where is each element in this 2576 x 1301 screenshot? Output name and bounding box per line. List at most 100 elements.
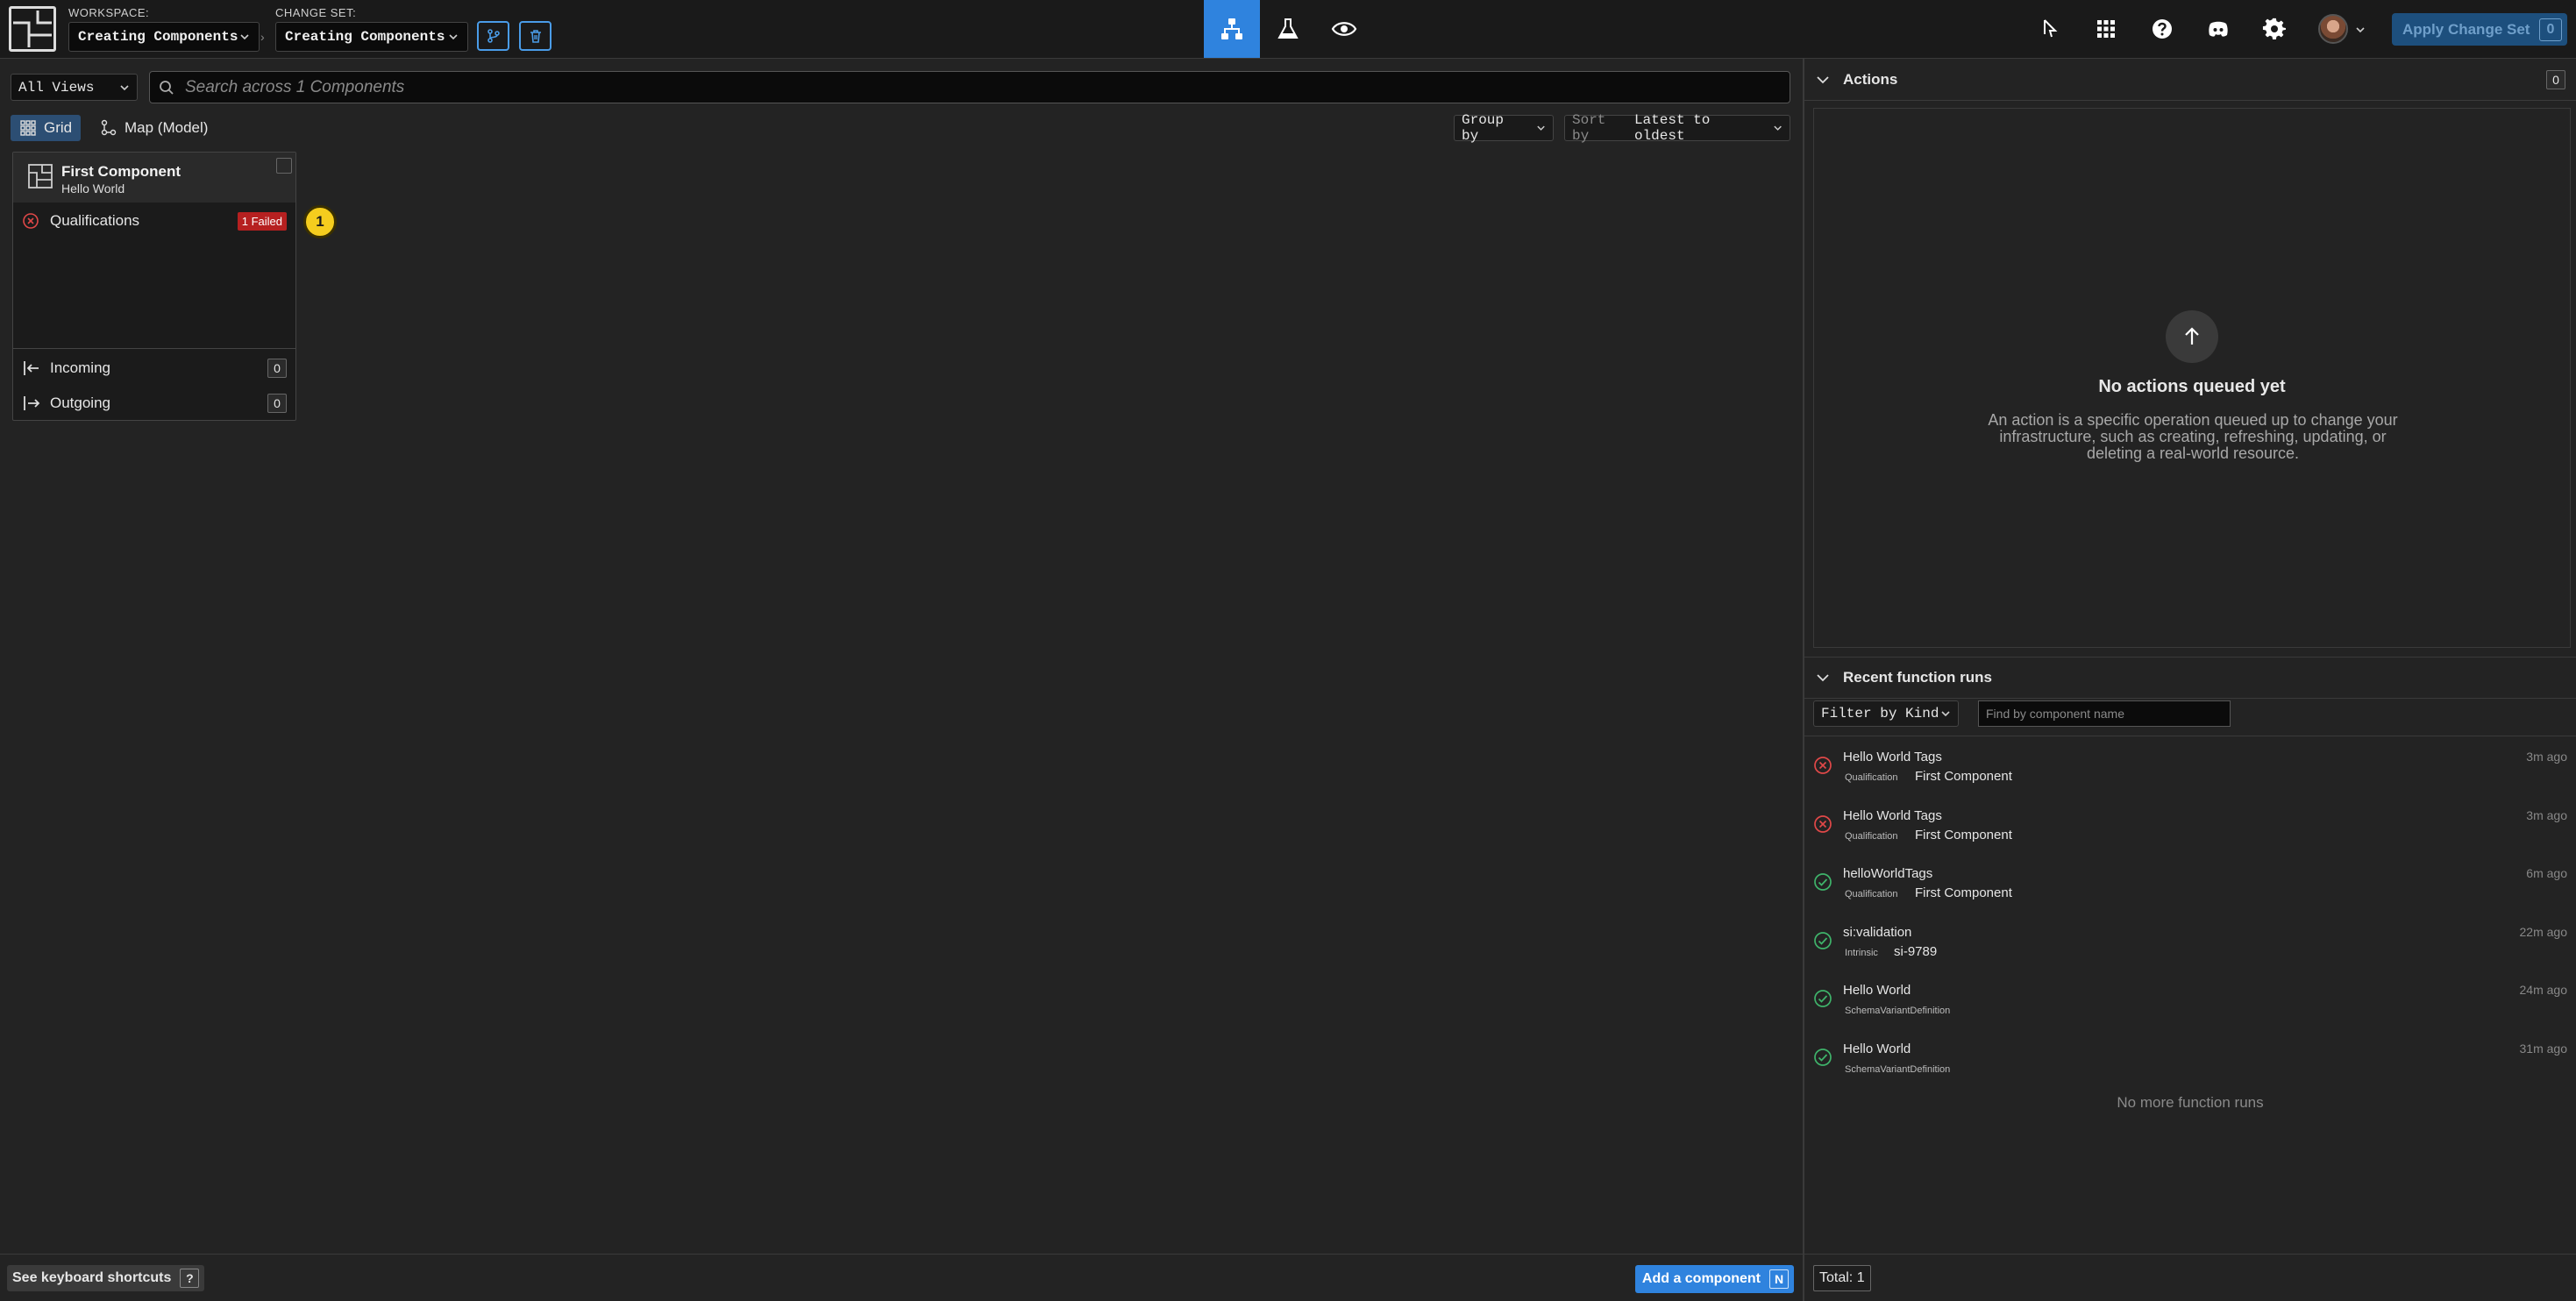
trash-icon — [530, 30, 541, 43]
component-subtitle: Hello World — [61, 181, 125, 196]
qualifications-row[interactable]: Qualifications 1 Failed — [13, 205, 295, 237]
actions-empty-title: No actions queued yet — [2098, 377, 2286, 396]
outgoing-row[interactable]: Outgoing 0 — [13, 386, 295, 421]
check-circle-icon — [1814, 1048, 1832, 1066]
function-run-component: First Component — [1915, 769, 2012, 784]
component-select-checkbox[interactable] — [276, 158, 292, 174]
function-run-time: 22m ago — [2519, 924, 2567, 939]
group-by-select[interactable]: Group by — [1454, 112, 1554, 144]
find-component-input[interactable] — [1986, 707, 2223, 721]
nav-view-button[interactable] — [1316, 0, 1372, 58]
add-component-label: Add a component — [1641, 1271, 1761, 1286]
keyboard-shortcuts-key: ? — [180, 1269, 200, 1288]
function-run-name: Hello World — [1843, 983, 1911, 998]
apps-grid-button[interactable] — [2092, 15, 2120, 43]
help-button[interactable] — [2148, 15, 2176, 43]
create-changeset-button[interactable] — [477, 21, 509, 51]
function-run-kind: Qualification — [1845, 830, 1898, 842]
function-runs-header[interactable]: Recent function runs — [1804, 657, 2576, 699]
help-icon — [2153, 19, 2172, 39]
workspace-label: WORKSPACE: — [68, 6, 150, 19]
function-run-row[interactable]: Hello World Tags Qualification First Compo… — [1804, 801, 2576, 859]
app-logo[interactable] — [9, 6, 56, 52]
nav-model-button[interactable] — [1204, 0, 1260, 58]
function-run-name: si:validation — [1843, 924, 1912, 940]
top-bar: WORKSPACE: Creating Components › CHANGE … — [0, 0, 2576, 59]
changeset-label: CHANGE SET: — [275, 6, 357, 19]
keyboard-shortcuts-button[interactable]: See keyboard shortcuts ? — [7, 1265, 205, 1291]
function-run-name: Hello World — [1843, 1041, 1911, 1056]
divider — [13, 348, 295, 349]
check-circle-icon — [1814, 873, 1832, 891]
function-run-row[interactable]: Hello World Tags Qualification First Compo… — [1804, 743, 2576, 800]
sort-by-prefix: Sort by — [1572, 112, 1606, 144]
chevron-down-icon — [1537, 125, 1545, 131]
error-circle-icon — [1814, 757, 1832, 774]
outgoing-label: Outgoing — [50, 395, 110, 411]
workspace-value: Creating Components — [78, 29, 238, 45]
apply-changeset-label: Apply Change Set — [2402, 20, 2530, 38]
tutorial-step-bubble[interactable]: 1 — [303, 205, 337, 238]
sort-by-value: Latest to oldest — [1633, 112, 1711, 144]
eye-icon — [1331, 22, 1357, 36]
actions-header[interactable]: Actions 0 — [1804, 59, 2576, 101]
logo-icon — [13, 11, 52, 47]
search-icon — [160, 80, 174, 95]
incoming-count: 0 — [267, 359, 287, 378]
group-by-label: Group by — [1462, 112, 1505, 144]
settings-button[interactable] — [2260, 15, 2288, 43]
function-run-name: Hello World Tags — [1843, 807, 1942, 823]
nav-lab-button[interactable] — [1260, 0, 1316, 58]
function-run-kind: Qualification — [1845, 889, 1898, 899]
function-run-time: 3m ago — [2526, 807, 2567, 822]
filter-by-kind-select[interactable]: Filter by Kind — [1813, 700, 1959, 727]
filter-by-kind-label: Filter by Kind — [1821, 706, 1939, 722]
apply-changeset-button[interactable]: Apply Change Set 0 — [2392, 13, 2567, 46]
cursor-toggle-button[interactable] — [2036, 15, 2064, 43]
right-panel: Actions 0 No actions queued yet An actio… — [1803, 59, 2576, 1301]
user-avatar[interactable] — [2318, 14, 2348, 44]
diagram-icon — [1221, 18, 1242, 39]
qualifications-label: Qualifications — [50, 212, 140, 229]
function-run-row[interactable]: Hello World SchemaVariantDefinition 24m ag… — [1804, 976, 2576, 1034]
map-icon — [101, 119, 117, 136]
function-run-kind: Intrinsic — [1845, 947, 1878, 958]
function-run-row[interactable]: si:validation Intrinsic si-9789 22m ago — [1804, 918, 2576, 976]
changeset-value: Creating Components — [285, 29, 445, 45]
abandon-changeset-button[interactable] — [519, 21, 551, 51]
function-run-time: 6m ago — [2526, 866, 2567, 880]
cursor-icon — [2044, 19, 2058, 38]
beaker-icon — [1277, 18, 1299, 39]
grid-icon — [2097, 20, 2115, 38]
tab-grid[interactable]: Grid — [11, 115, 82, 141]
error-circle-icon — [1814, 814, 1832, 833]
add-component-button[interactable]: Add a component N — [1634, 1265, 1794, 1293]
views-select[interactable]: All Views — [11, 74, 138, 101]
sort-by-select[interactable]: Sort by Latest to oldest — [1564, 112, 1790, 144]
find-component-field[interactable] — [1978, 700, 2231, 727]
keyboard-shortcuts-label: See keyboard shortcuts — [12, 1270, 172, 1285]
function-run-time: 24m ago — [2519, 983, 2567, 997]
changeset-select[interactable]: Creating Components — [275, 22, 468, 52]
function-run-component: First Component — [1915, 885, 2012, 900]
breadcrumb-separator: › — [260, 30, 265, 44]
component-card-header: First Component Hello World — [13, 153, 295, 203]
discord-button[interactable] — [2204, 15, 2232, 43]
arrow-in-icon — [24, 361, 39, 375]
incoming-row[interactable]: Incoming 0 — [13, 351, 295, 386]
function-run-row[interactable]: Hello World SchemaVariantDefinition 31m ag… — [1804, 1034, 2576, 1092]
left-footer: See keyboard shortcuts ? Add a component… — [0, 1254, 1803, 1301]
tab-map[interactable]: Map (Model) — [91, 115, 217, 141]
function-runs-title: Recent function runs — [1843, 669, 1993, 686]
discord-icon — [2209, 21, 2228, 37]
workspace-select[interactable]: Creating Components — [68, 22, 260, 52]
main-nav — [1204, 0, 1372, 58]
component-search[interactable] — [149, 71, 1790, 103]
search-input[interactable] — [185, 77, 1781, 97]
chevron-down-icon[interactable] — [2355, 25, 2366, 35]
tab-grid-label: Grid — [44, 119, 73, 136]
component-card[interactable]: First Component Hello World Qualificatio… — [12, 152, 296, 421]
function-run-row[interactable]: helloWorldTags Qualification First Compone… — [1804, 859, 2576, 917]
check-circle-icon — [1814, 990, 1832, 1007]
function-run-name: helloWorldTags — [1843, 866, 1933, 881]
